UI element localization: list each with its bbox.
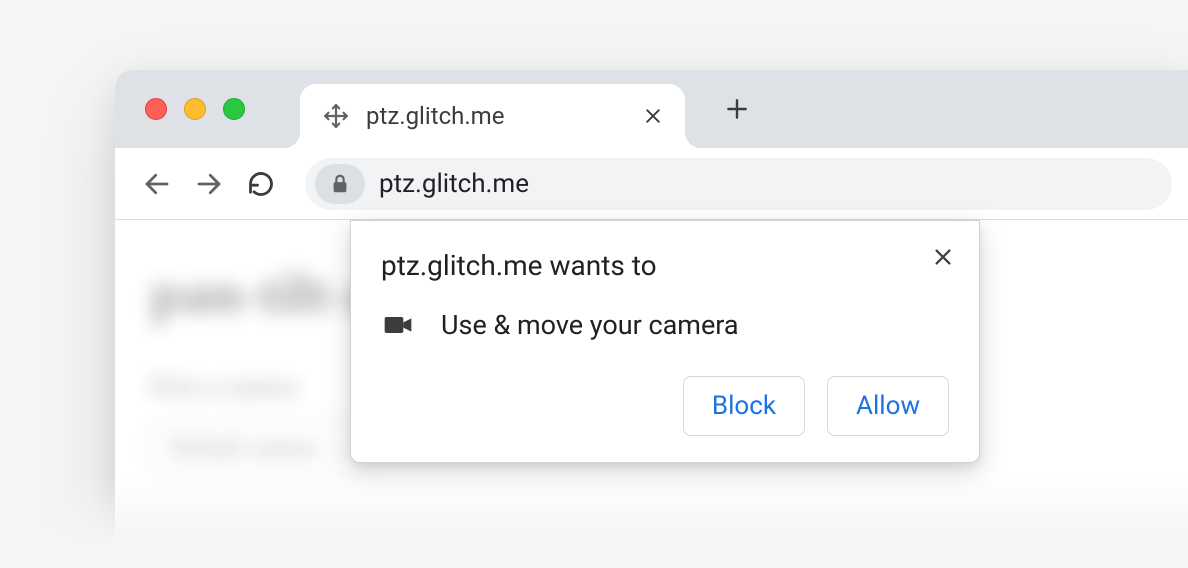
toolbar: ptz.glitch.me: [115, 148, 1188, 220]
prompt-close-button[interactable]: [925, 239, 961, 275]
address-bar-url: ptz.glitch.me: [379, 169, 529, 199]
camera-picker-value: Default camera: [170, 435, 317, 462]
tab-strip: ptz.glitch.me: [115, 70, 1188, 148]
allow-button[interactable]: Allow: [827, 376, 949, 436]
lock-icon: [329, 173, 351, 195]
address-bar[interactable]: ptz.glitch.me: [305, 158, 1172, 210]
tab-title: ptz.glitch.me: [366, 102, 639, 130]
chevron-down-icon: [331, 440, 349, 458]
permission-prompt: ptz.glitch.me wants to Use & move your c…: [350, 220, 980, 463]
browser-window: ptz.glitch.me: [115, 70, 1188, 568]
reload-button[interactable]: [235, 158, 287, 210]
block-button-label: Block: [712, 391, 776, 421]
back-button[interactable]: [131, 158, 183, 210]
camera-picker[interactable]: Default camera: [151, 422, 368, 475]
camera-icon: [381, 308, 415, 342]
close-window-button[interactable]: [145, 98, 167, 120]
forward-button[interactable]: [183, 158, 235, 210]
allow-button-label: Allow: [856, 391, 920, 421]
close-tab-button[interactable]: [639, 102, 667, 130]
block-button[interactable]: Block: [683, 376, 805, 436]
new-tab-button[interactable]: [713, 85, 761, 133]
move-icon: [322, 102, 350, 130]
minimize-window-button[interactable]: [184, 98, 206, 120]
site-info-button[interactable]: [315, 164, 365, 204]
prompt-permission-text: Use & move your camera: [441, 309, 739, 341]
window-traffic-lights: [145, 98, 245, 120]
prompt-origin-line: ptz.glitch.me wants to: [381, 249, 949, 282]
maximize-window-button[interactable]: [223, 98, 245, 120]
browser-tab[interactable]: ptz.glitch.me: [300, 84, 685, 148]
close-icon: [932, 246, 954, 268]
